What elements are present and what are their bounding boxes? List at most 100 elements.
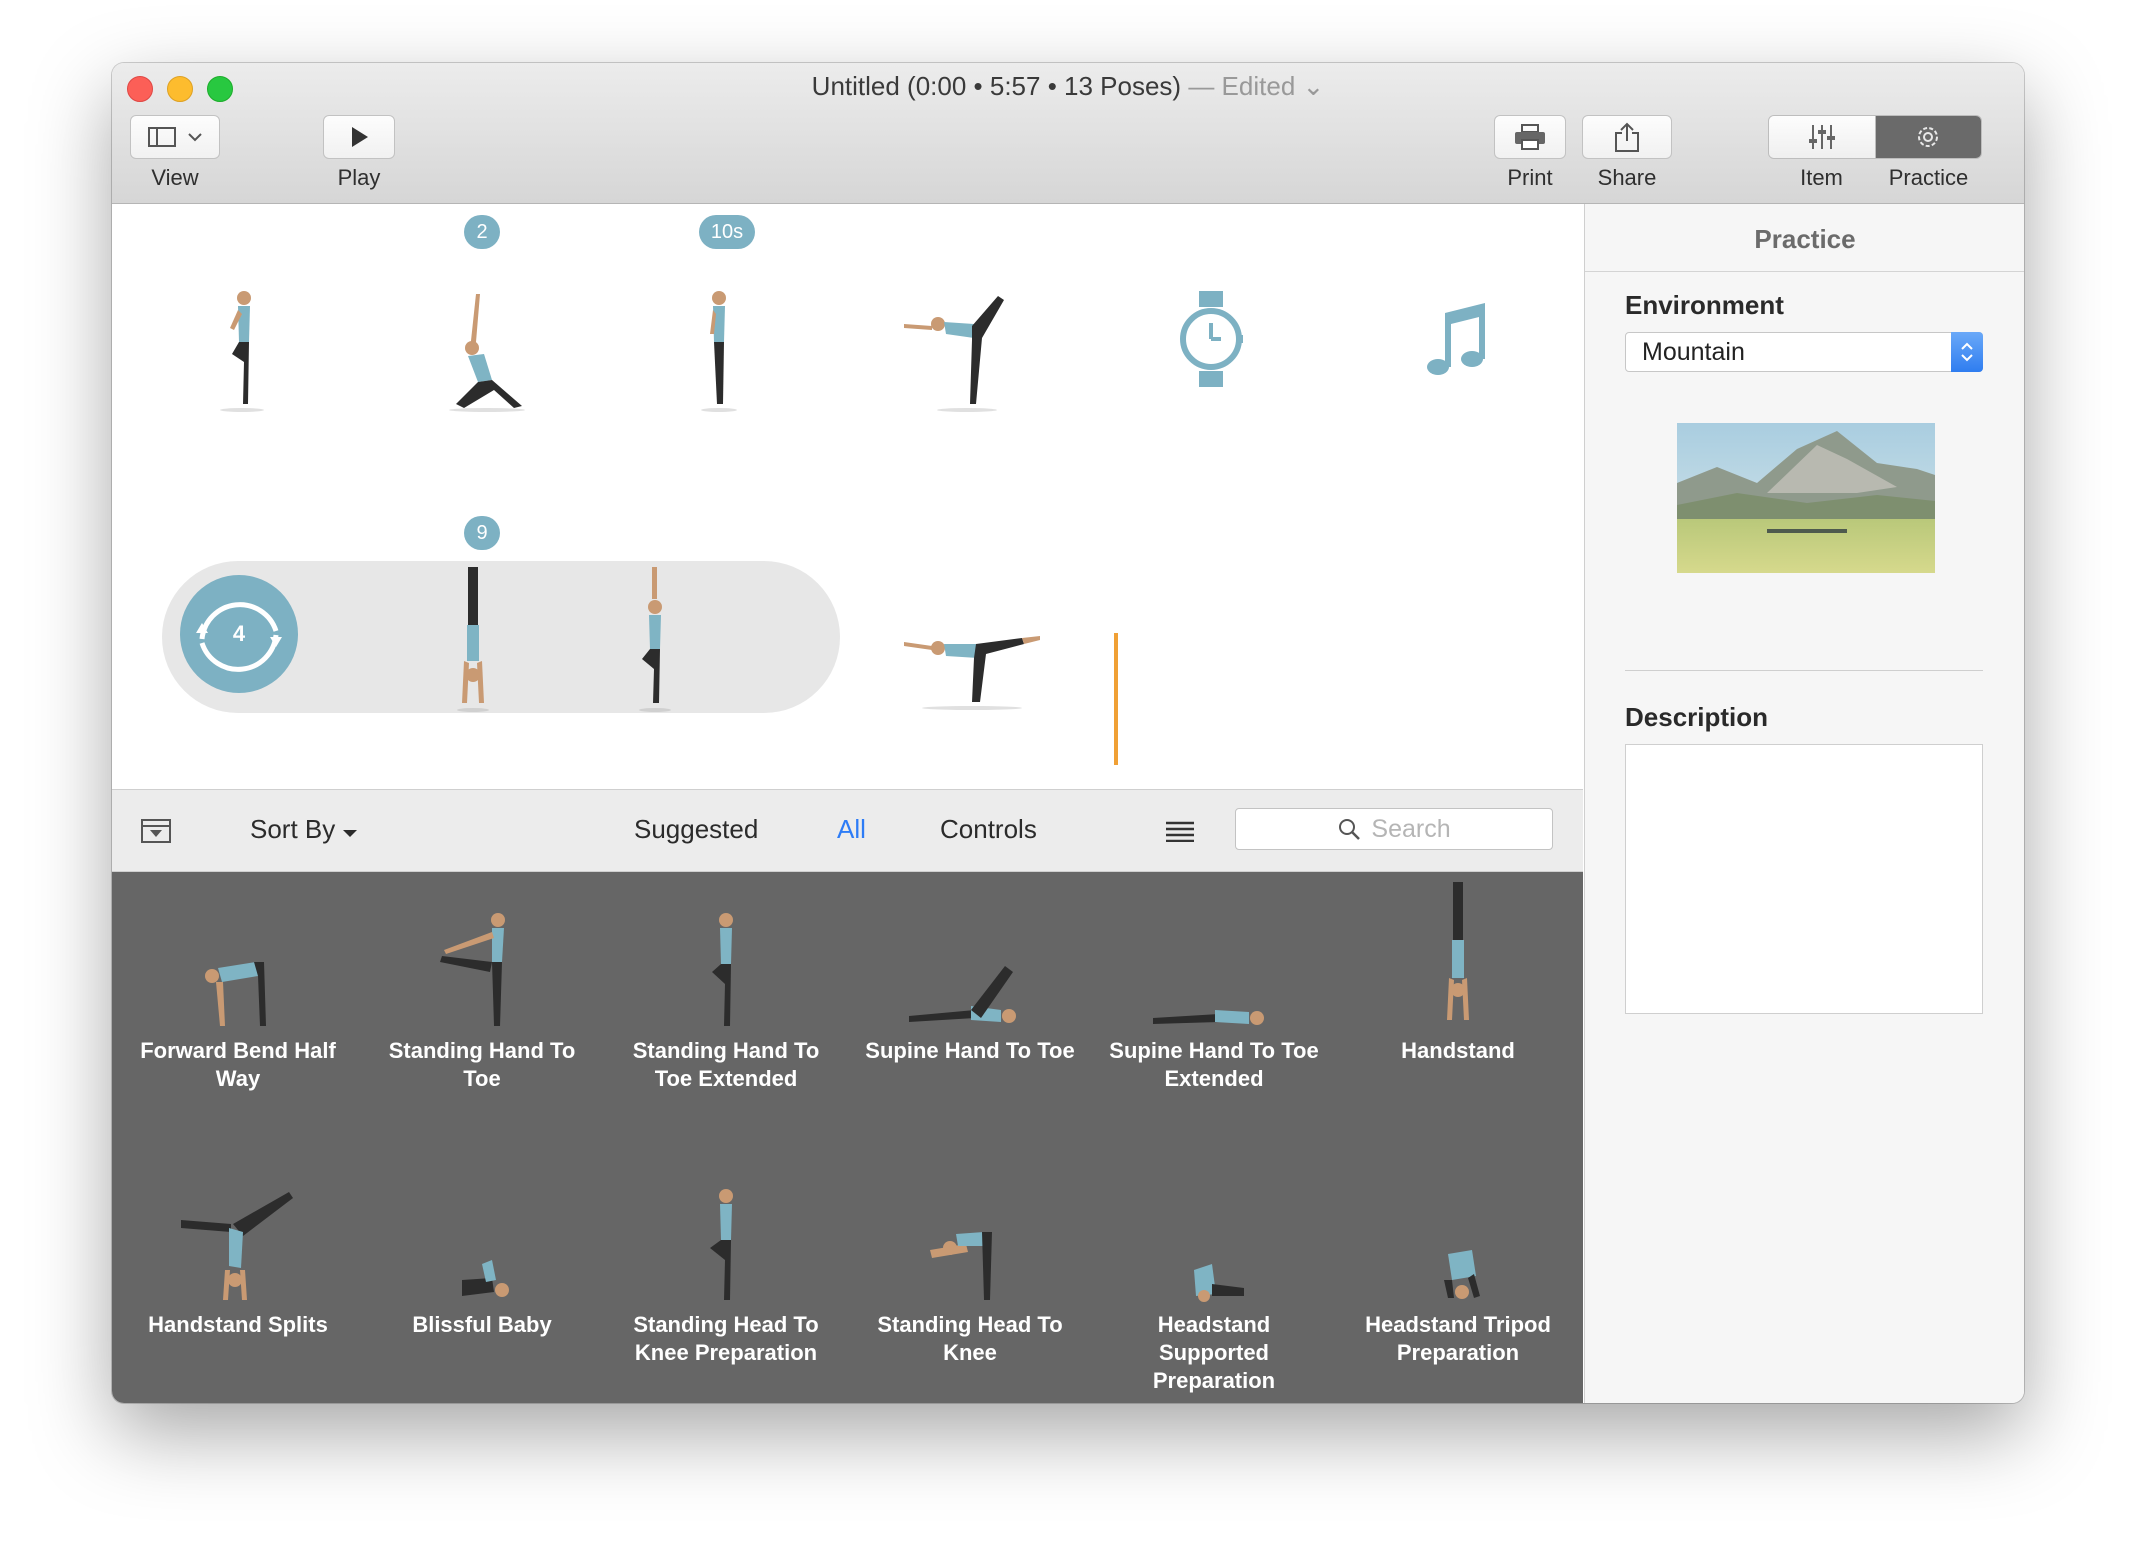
practice-label: Practice — [1888, 165, 1969, 190]
pose-thumbnail — [930, 1232, 992, 1300]
collapse-library-icon[interactable] — [140, 818, 172, 844]
sort-by-label: Sort By — [250, 814, 336, 844]
search-field[interactable]: Search — [1235, 808, 1553, 850]
titlebar: Untitled (0:00 • 5:57 • 13 Poses) — Edit… — [112, 63, 2024, 204]
title-menu-chevron-icon[interactable]: ⌄ — [1303, 71, 1325, 101]
tab-controls[interactable]: Controls — [940, 814, 1037, 845]
app-window: Untitled (0:00 • 5:57 • 13 Poses) — Edit… — [112, 63, 2024, 1403]
edited-status[interactable]: — Edited — [1188, 71, 1295, 101]
library-item[interactable]: Supine Hand To Toe — [860, 880, 1080, 1065]
pose-thumbnail — [712, 913, 733, 1026]
inspector-title: Practice — [1754, 224, 1856, 254]
pose-name: Supine Hand To Toe — [865, 1038, 1075, 1063]
timeline-pose[interactable] — [902, 284, 1012, 414]
inspector-panel: Practice Environment Mountain Descriptio… — [1584, 204, 2024, 1403]
library-item[interactable]: Headstand Supported Preparation — [1104, 1184, 1324, 1395]
library-item[interactable]: Standing Head To Knee Preparation — [616, 1184, 836, 1367]
divider — [1585, 271, 2024, 272]
practice-timeline: 2 10s 9 4 — [112, 204, 1583, 789]
tab-suggested[interactable]: Suggested — [634, 814, 758, 845]
library-item[interactable]: Standing Hand To Toe Extended — [616, 880, 836, 1093]
pose-name: Headstand Tripod Preparation — [1365, 1312, 1551, 1365]
pose-name: Supine Hand To Toe Extended — [1109, 1038, 1319, 1091]
list-view-icon[interactable] — [1165, 820, 1195, 842]
dropdown-arrow-icon — [343, 830, 358, 837]
play-icon — [352, 127, 368, 147]
library-item[interactable]: Handstand — [1348, 880, 1568, 1065]
item-label: Item — [1800, 165, 1843, 190]
loop-count-control[interactable]: 4 — [180, 575, 298, 693]
pose-thumbnail — [440, 913, 505, 1026]
environment-select[interactable]: Mountain — [1625, 332, 1983, 372]
share-label: Share — [1597, 165, 1657, 190]
environment-preview-image — [1677, 423, 1935, 573]
tab-all[interactable]: All — [837, 814, 866, 845]
pose-thumbnail — [181, 1192, 293, 1300]
pose-name: Handstand — [1401, 1038, 1515, 1063]
pose-library: Forward Bend Half Way Standing Hand To T… — [112, 872, 1583, 1403]
repeat-count-badge: 2 — [464, 215, 500, 249]
description-textarea[interactable] — [1625, 744, 1983, 1014]
timeline-pose[interactable] — [694, 284, 744, 414]
pose-thumbnail — [1444, 1250, 1480, 1299]
timeline-pose[interactable] — [630, 563, 680, 713]
pose-name: Standing Head To Knee Preparation — [633, 1312, 819, 1365]
library-item[interactable]: Headstand Tripod Preparation — [1348, 1184, 1568, 1367]
printer-icon — [1515, 124, 1545, 150]
library-toolbar: Sort By Suggested All Controls Search — [112, 789, 1583, 872]
pose-thumbnail — [1447, 882, 1469, 1020]
play-button[interactable] — [323, 115, 395, 159]
share-icon — [1615, 122, 1639, 152]
print-label: Print — [1507, 165, 1553, 190]
pose-thumbnail — [462, 1260, 509, 1297]
search-icon — [1339, 819, 1361, 840]
duration-badge: 10s — [699, 215, 755, 249]
sort-by-menu[interactable]: Sort By — [250, 814, 358, 845]
window-title: Untitled (0:00 • 5:57 • 13 Poses) — Edit… — [112, 71, 2024, 102]
timeline-pose[interactable] — [212, 284, 272, 414]
pose-thumbnail — [205, 962, 266, 1026]
sidebar-toggle-icon — [148, 127, 202, 147]
item-segment[interactable] — [1769, 116, 1876, 158]
stepper-arrows-icon — [1951, 332, 1983, 372]
library-item[interactable]: Handstand Splits — [128, 1184, 348, 1339]
music-control-icon[interactable] — [1423, 299, 1493, 379]
description-label: Description — [1625, 702, 1769, 732]
pose-name: Handstand Splits — [148, 1312, 328, 1337]
pose-name: Standing Hand To Toe Extended — [632, 1038, 820, 1091]
loop-group[interactable]: 4 — [162, 561, 840, 713]
practice-segment[interactable] — [1875, 116, 1981, 158]
timer-control-icon[interactable] — [1179, 289, 1243, 389]
divider — [1625, 670, 1983, 671]
sliders-icon — [1808, 125, 1835, 149]
pose-name: Blissful Baby — [412, 1312, 552, 1337]
view-label: View — [151, 165, 199, 190]
pose-thumbnail — [710, 1189, 733, 1300]
timeline-pose[interactable] — [902, 602, 1042, 712]
print-button[interactable] — [1494, 115, 1566, 159]
environment-label: Environment — [1625, 290, 1784, 320]
library-item[interactable]: Standing Hand To Toe — [372, 880, 592, 1093]
pose-thumbnail — [1153, 1010, 1264, 1025]
library-item[interactable]: Standing Head To Knee — [860, 1184, 1080, 1367]
play-label: Play — [337, 165, 381, 190]
pose-thumbnail — [909, 966, 1016, 1023]
library-item[interactable]: Supine Hand To Toe Extended — [1104, 880, 1324, 1093]
inspector-segmented-control — [1768, 115, 1982, 159]
insertion-cursor — [1114, 633, 1118, 765]
loop-count: 4 — [232, 621, 246, 646]
pose-name: Standing Hand To Toe — [388, 1038, 576, 1091]
library-item[interactable]: Blissful Baby — [372, 1184, 592, 1339]
document-title: Untitled (0:00 • 5:57 • 13 Poses) — [811, 71, 1182, 101]
timeline-pose[interactable] — [442, 284, 532, 414]
gear-icon — [1918, 127, 1939, 147]
environment-value: Mountain — [1642, 338, 1745, 366]
view-button[interactable] — [130, 115, 220, 159]
library-item[interactable]: Forward Bend Half Way — [128, 880, 348, 1093]
pose-thumbnail — [1194, 1264, 1244, 1302]
share-button[interactable] — [1582, 115, 1672, 159]
search-placeholder: Search — [1371, 814, 1451, 843]
pose-name: Headstand Supported Preparation — [1152, 1312, 1276, 1393]
pose-name: Standing Head To Knee — [877, 1312, 1063, 1365]
timeline-pose[interactable] — [448, 563, 498, 713]
